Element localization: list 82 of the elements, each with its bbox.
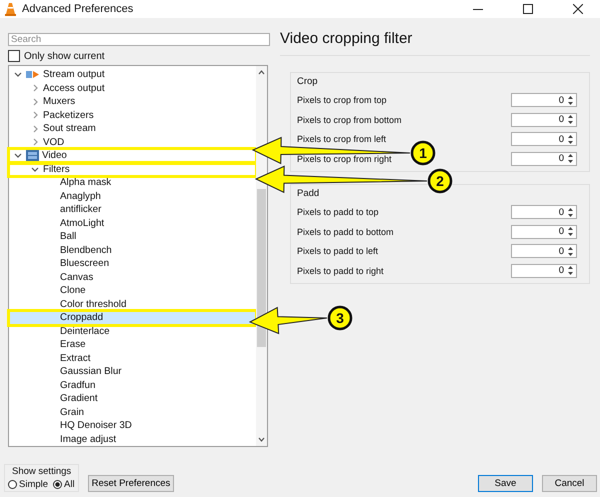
tree-item[interactable]: Clone — [9, 284, 256, 298]
spin-arrows-icon — [567, 265, 574, 276]
group-title: Show settings — [11, 466, 72, 477]
save-button[interactable]: Save — [478, 475, 533, 492]
tree-item[interactable]: Image adjust — [9, 432, 256, 446]
tree-item[interactable]: Muxers — [9, 95, 256, 108]
spin-box[interactable]: 0 — [511, 224, 577, 239]
scrollbar-thumb[interactable] — [257, 189, 266, 347]
radio-label: Simple — [19, 479, 48, 490]
search-field[interactable]: Search — [8, 33, 270, 46]
reset-button[interactable]: Reset Preferences — [88, 475, 174, 492]
tree-item[interactable]: Packetizers — [9, 108, 256, 122]
spin-arrows-icon — [567, 94, 574, 106]
tree-item[interactable]: Sout stream — [9, 122, 256, 136]
spin-box[interactable]: 0 — [511, 205, 577, 220]
close-icon — [573, 4, 583, 14]
number-badge: 3 — [328, 306, 352, 330]
tree-item[interactable]: Erase — [9, 338, 256, 352]
cancel-button[interactable]: Cancel — [542, 475, 597, 492]
tree-item[interactable]: antiflicker — [9, 203, 256, 216]
scroll-up-icon — [258, 70, 265, 75]
field-label: Pixels to crop from right — [297, 154, 392, 164]
tree-item[interactable]: VOD — [9, 136, 256, 149]
tree-item[interactable]: Video — [9, 149, 256, 162]
chevron-down-icon — [14, 72, 22, 78]
tree-item[interactable]: Extract — [9, 352, 256, 365]
spin-box[interactable]: 0 — [511, 132, 577, 146]
group-title: Crop — [297, 76, 319, 89]
tree-item[interactable]: Alpha mask — [9, 176, 256, 190]
tree-item[interactable]: Blendbench — [9, 244, 256, 257]
spin-box[interactable]: 0 — [511, 112, 577, 127]
chevron-down-icon — [31, 166, 39, 172]
tree-item[interactable]: Anaglyph — [9, 190, 256, 203]
field-label: Pixels to crop from top — [297, 95, 387, 106]
scroll-down-icon — [258, 437, 265, 442]
traffic-cone-icon — [5, 2, 16, 16]
tree-item[interactable]: Filters — [9, 162, 256, 176]
radio-button[interactable] — [53, 480, 62, 489]
tree-item[interactable]: AtmoLight — [9, 216, 256, 230]
spin-box[interactable]: 0 — [511, 152, 577, 166]
tree-item[interactable]: Color threshold — [9, 298, 256, 311]
tree-item[interactable]: Canvas — [9, 270, 256, 284]
spin-box[interactable]: 0 — [511, 264, 577, 278]
field-label: Pixels to padd to right — [297, 266, 384, 276]
chevron-down-icon — [14, 153, 22, 158]
tree-item[interactable]: Deinterlace — [9, 324, 256, 338]
spin-arrows-icon — [567, 114, 574, 126]
field-label: Pixels to padd to bottom — [297, 226, 394, 237]
stream-output-icon — [26, 70, 40, 80]
checkbox-label: Only show current — [24, 50, 105, 62]
spin-arrows-icon — [567, 206, 574, 218]
spin-arrows-icon — [567, 246, 574, 257]
number-badge: 2 — [428, 168, 452, 194]
spin-box[interactable]: 0 — [511, 244, 577, 258]
field-label: Pixels to crop from bottom — [297, 114, 402, 125]
tree-item[interactable]: Gradfun — [9, 378, 256, 392]
spin-box[interactable]: 0 — [511, 93, 577, 108]
number-badge: 1 — [410, 140, 436, 166]
tree-item[interactable]: Access output — [9, 82, 256, 95]
spin-arrows-icon — [567, 226, 574, 238]
spin-arrows-icon — [567, 134, 574, 145]
field-label: Pixels to padd to top — [297, 207, 379, 218]
checkbox[interactable] — [8, 50, 20, 62]
scrollbar[interactable] — [256, 66, 267, 446]
spin-arrows-icon — [567, 153, 574, 164]
radio-button[interactable] — [8, 480, 17, 489]
tree-item[interactable]: Gradient — [9, 392, 256, 406]
tree-item[interactable]: HQ Denoiser 3D — [9, 419, 256, 432]
window-title: Advanced Preferences — [22, 3, 134, 15]
film-icon — [26, 150, 39, 162]
group-title: Padd — [297, 188, 320, 201]
tree-item[interactable]: Croppadd — [9, 311, 256, 324]
tree-item[interactable]: Gaussian Blur — [9, 365, 256, 378]
tree-item[interactable]: Grain — [9, 406, 256, 419]
tree-item[interactable]: Bluescreen — [9, 257, 256, 270]
tree-item[interactable]: Stream output — [9, 68, 256, 82]
field-label: Pixels to padd to left — [297, 246, 378, 256]
tree-item[interactable]: Ball — [9, 230, 256, 244]
field-label: Pixels to crop from left — [297, 134, 386, 144]
radio-label: All — [64, 479, 75, 490]
maximize-icon — [523, 4, 533, 14]
panel-title: Video cropping filter — [280, 30, 414, 49]
